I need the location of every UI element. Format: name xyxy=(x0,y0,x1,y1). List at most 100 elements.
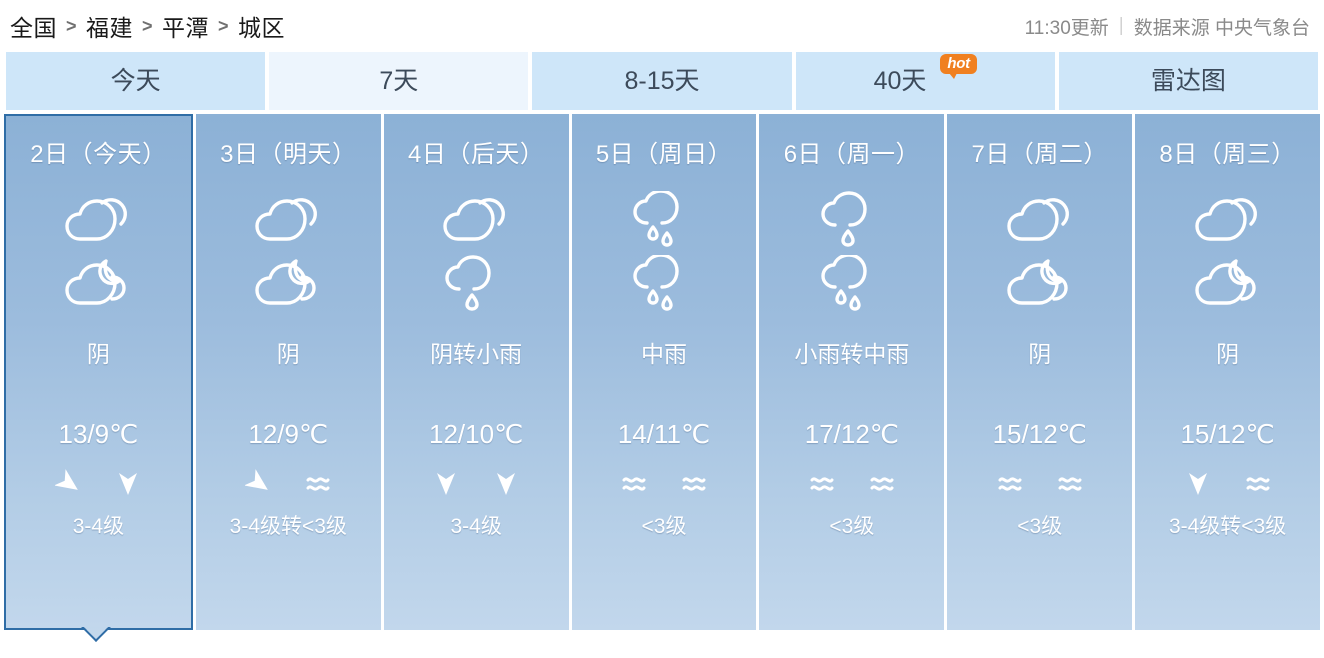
wind-direction-icons xyxy=(245,466,331,500)
wind-direction-icons xyxy=(809,466,895,500)
day-card[interactable]: 7日（周二） 阴 15/12℃ <3级 xyxy=(947,114,1133,630)
breadcrumb-item-district[interactable]: 城区 xyxy=(238,9,285,43)
breadcrumb-item-city[interactable]: 平潭 xyxy=(162,9,209,43)
temperature-range: 12/10℃ xyxy=(429,419,524,449)
tab-today[interactable]: 今天 xyxy=(6,52,266,110)
tab-label: 40天 xyxy=(873,66,927,95)
moderate-rain-icon xyxy=(816,255,888,313)
day-card[interactable]: 4日（后天） 阴转小雨 12/10℃ 3-4级 xyxy=(383,114,569,630)
wind-calm-icon xyxy=(869,468,895,498)
wind-level: <3级 xyxy=(641,515,687,538)
wind-level: 3-4级 xyxy=(72,515,125,538)
hot-badge-icon: hot xyxy=(940,54,977,80)
cloudy-day-icon xyxy=(1192,191,1264,249)
tab-label: 今天 xyxy=(110,66,161,95)
wind-calm-icon xyxy=(997,468,1023,498)
wind-calm-icon xyxy=(681,468,707,498)
cloudy-day-icon xyxy=(252,191,324,249)
light-rain-icon xyxy=(816,191,888,249)
weather-condition: 小雨转中雨 xyxy=(794,341,910,367)
day-card[interactable]: 2日（今天） 阴 13/9℃ 3-4级 xyxy=(4,114,193,630)
breadcrumb: 全国 > 福建 > 平潭 > 城区 xyxy=(10,9,285,43)
weather-icons xyxy=(816,191,888,313)
seven-day-forecast: 2日（今天） 阴 13/9℃ 3-4级 3日（明天） 阴 12/9℃ 3-4级转<3级 4日（后… xyxy=(0,110,1324,630)
tab-label: 雷达图 xyxy=(1150,66,1226,95)
moderate-rain-icon xyxy=(628,191,700,249)
day-title: 2日（今天） xyxy=(30,141,167,168)
wind-arrow-down-icon xyxy=(493,468,519,498)
day-title: 5日（周日） xyxy=(595,141,733,168)
wind-arrow-down-icon xyxy=(433,468,459,498)
temperature-range: 15/12℃ xyxy=(1180,419,1275,449)
day-title: 3日（明天） xyxy=(220,141,357,168)
wind-level: 3-4级转<3级 xyxy=(229,515,347,538)
tab-8-15days[interactable]: 8-15天 xyxy=(532,52,792,110)
cloudy-day-icon xyxy=(440,191,512,249)
day-card[interactable]: 3日（明天） 阴 12/9℃ 3-4级转<3级 xyxy=(195,114,381,630)
weather-condition: 阴 xyxy=(1028,341,1052,367)
weather-condition: 中雨 xyxy=(641,341,687,367)
day-card[interactable]: 8日（周三） 阴 15/12℃ 3-4级转<3级 xyxy=(1135,114,1321,630)
tab-radar-map[interactable]: 雷达图 xyxy=(1058,52,1319,110)
temperature-range: 13/9℃ xyxy=(58,419,139,449)
day-card[interactable]: 6日（周一） 小雨转中雨 17/12℃ <3级 xyxy=(759,114,945,630)
weather-icons xyxy=(628,191,700,313)
wind-direction-icons xyxy=(621,466,707,500)
tab-label: 7天 xyxy=(379,66,419,95)
day-title: 8日（周三） xyxy=(1159,141,1296,168)
tab-label: 8-15天 xyxy=(624,66,700,95)
weather-condition: 阴 xyxy=(276,341,300,367)
breadcrumb-separator-icon: > xyxy=(218,15,230,36)
cloudy-night-icon xyxy=(62,255,134,313)
weather-condition: 阴 xyxy=(1216,341,1240,367)
wind-direction-icons xyxy=(997,466,1083,500)
wind-arrow-down-icon xyxy=(1185,468,1211,498)
wind-level: <3级 xyxy=(829,515,875,538)
wind-calm-icon xyxy=(621,468,647,498)
day-title: 7日（周二） xyxy=(971,141,1108,168)
temperature-range: 15/12℃ xyxy=(992,419,1087,449)
weather-condition: 阴转小雨 xyxy=(430,341,523,367)
forecast-range-tabs: 今天 7天 8-15天 40天 hot 雷达图 xyxy=(0,52,1324,110)
day-title: 6日（周一） xyxy=(783,141,921,168)
light-rain-icon xyxy=(440,255,512,313)
moderate-rain-icon xyxy=(628,255,700,313)
breadcrumb-separator-icon: > xyxy=(66,15,78,36)
weather-icons xyxy=(62,191,134,313)
meta-divider: | xyxy=(1118,15,1124,36)
breadcrumb-separator-icon: > xyxy=(142,15,154,36)
wind-direction-icons xyxy=(433,466,519,500)
cloudy-day-icon xyxy=(1004,191,1076,249)
data-source: 数据来源 中央气象台 xyxy=(1133,17,1310,39)
wind-arrow-down-icon xyxy=(115,468,141,498)
wind-calm-icon xyxy=(1057,468,1083,498)
wind-calm-icon xyxy=(1245,468,1271,498)
breadcrumb-item-province[interactable]: 福建 xyxy=(86,9,133,43)
weather-icons xyxy=(440,191,512,313)
weather-condition: 阴 xyxy=(86,341,110,367)
breadcrumb-item-country[interactable]: 全国 xyxy=(10,9,57,43)
temperature-range: 12/9℃ xyxy=(248,419,329,449)
temperature-range: 14/11℃ xyxy=(617,419,711,449)
wind-direction-icons xyxy=(1185,466,1271,500)
weather-icons xyxy=(252,191,324,313)
temperature-range: 17/12℃ xyxy=(804,419,899,449)
tab-40days[interactable]: 40天 hot xyxy=(795,52,1055,110)
tab-7days[interactable]: 7天 xyxy=(269,52,529,110)
wind-direction-icons xyxy=(55,466,141,500)
weather-icons xyxy=(1004,191,1076,313)
header-meta: 11:30更新 | 数据来源 中央气象台 xyxy=(1025,13,1310,40)
wind-level: 3-4级 xyxy=(450,515,502,538)
cloudy-night-icon xyxy=(1004,255,1076,313)
page-header: 全国 > 福建 > 平潭 > 城区 11:30更新 | 数据来源 中央气象台 xyxy=(0,0,1324,52)
cloudy-night-icon xyxy=(1192,255,1264,313)
wind-level: <3级 xyxy=(1017,515,1063,538)
wind-calm-icon xyxy=(809,468,835,498)
update-time: 11:30更新 xyxy=(1024,17,1109,39)
day-card[interactable]: 5日（周日） 中雨 14/11℃ <3级 xyxy=(571,114,757,630)
weather-icons xyxy=(1192,191,1264,313)
day-title: 4日（后天） xyxy=(407,141,545,168)
wind-arrow-ne-icon xyxy=(55,468,81,498)
wind-level: 3-4级转<3级 xyxy=(1168,515,1287,538)
wind-calm-icon xyxy=(305,468,331,498)
